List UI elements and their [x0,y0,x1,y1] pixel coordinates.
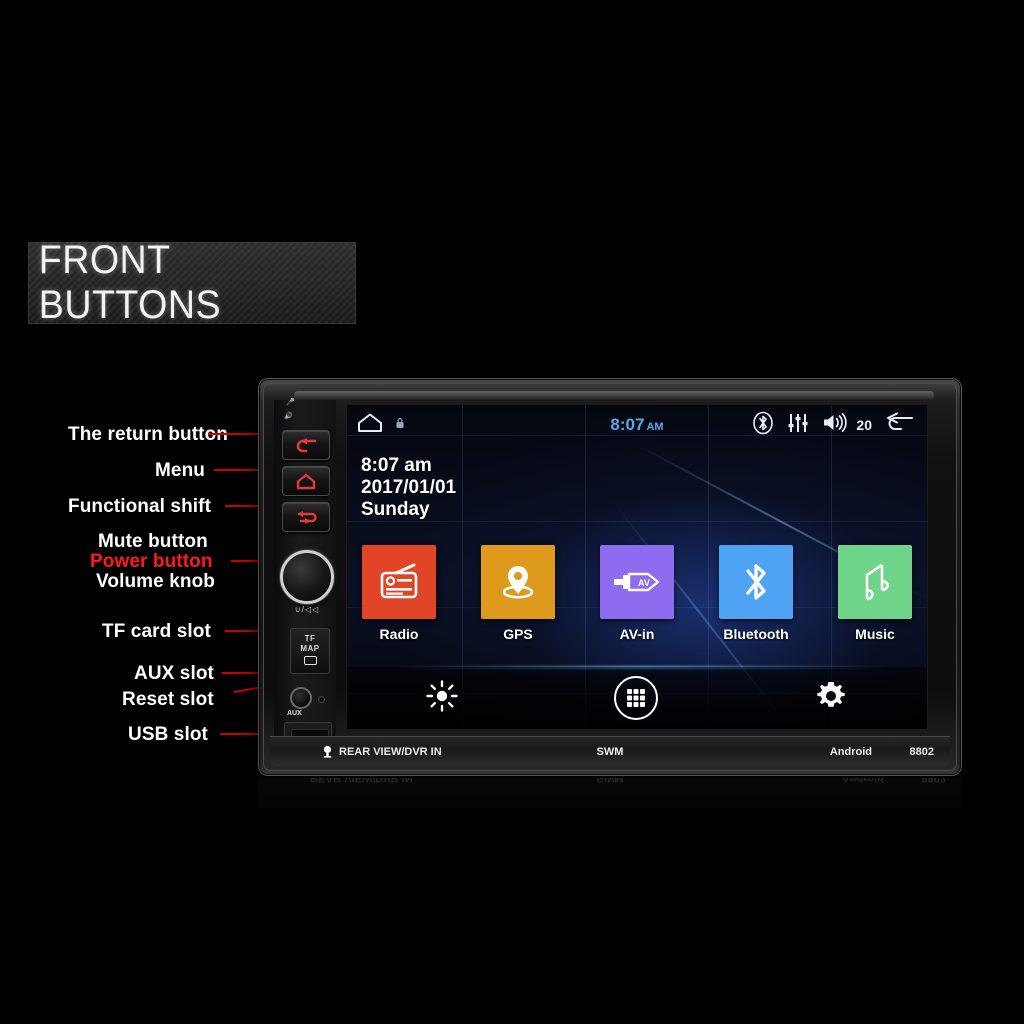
reflection-rear-view-label: REAR VIEW/DVR IN [310,778,413,784]
app-tile-gps[interactable]: GPS [480,545,556,642]
callout-functional-shift: Functional shift [68,496,212,517]
svg-text:AV: AV [638,578,650,588]
callout-return-button: The return button [68,424,229,445]
functional-shift-icon [297,511,317,524]
screenshot-root: FRONT BUTTONS The return button Menu Fun… [0,0,1024,1024]
radio-icon [380,563,418,599]
clock-widget-weekday: Sunday [361,499,430,520]
home-icon[interactable] [357,412,383,438]
callout-aux-slot: AUX slot [134,663,214,684]
bluetooth-icon[interactable] [752,411,774,440]
reset-marking-icon: 🔊 [284,413,294,420]
bluetooth-tile-square[interactable] [719,545,793,619]
equalizer-icon[interactable] [787,412,809,439]
rear-view-label-group: REAR VIEW/DVR IN [322,745,442,758]
touchscreen-display[interactable]: 8:07 AM 20 8:07 am 2017/01/01 Sunday Rad… [346,404,928,730]
unit-reflection-plate: REAR VIEW/DVR IN SWM Android 8802 [258,778,962,808]
av-plug-icon: AV [614,572,660,592]
callout-usb-slot: USB slot [128,724,208,745]
status-clock-ampm: AM [646,421,664,433]
gps-tile-square[interactable] [481,545,555,619]
return-button[interactable] [282,430,330,460]
tf-label-line1: TF [304,634,316,643]
tf-card-slot[interactable]: TF MAP [290,628,330,674]
unit-top-highlight [294,391,934,400]
tf-card-shape-icon [303,656,317,665]
avin-tile-square[interactable]: AV [600,545,674,619]
app-tile-label: Music [855,626,895,642]
reflection-model-label: 8802 [921,778,946,784]
camera-icon [323,745,332,758]
app-tile-label: Radio [379,626,419,642]
callout-power-button: Power button [90,551,213,572]
callout-menu: Menu [155,460,206,481]
volume-knob-power-button[interactable] [280,550,334,604]
status-bar: 8:07 AM 20 [347,405,927,445]
lock-icon [395,416,405,434]
car-stereo-head-unit: 🎤 🔊 ∪/◁◁ TF MAP AUX 8:07 AM 20 8:07 am 2… [258,378,962,776]
return-arrow-icon [296,437,317,452]
unit-bezel: 🎤 🔊 ∪/◁◁ TF MAP AUX 8:07 AM 20 8:07 am 2… [263,383,957,771]
bluetooth-icon [746,564,766,600]
settings-gear-icon[interactable] [813,678,849,719]
functional-shift-button[interactable] [282,502,330,532]
clock-widget-time: 8:07 am [361,455,432,476]
front-control-column: 🎤 🔊 ∪/◁◁ TF MAP AUX [274,399,336,766]
radio-tile-square[interactable] [362,545,436,619]
banner-title: FRONT BUTTONS [38,238,222,327]
home-icon [296,473,316,489]
bottom-dock [347,667,927,729]
volume-icon[interactable] [822,412,848,438]
music-note-icon [865,563,889,601]
callout-tf-card-slot: TF card slot [102,621,211,642]
reset-slot[interactable] [318,696,325,703]
knob-marking-label: ∪/◁◁ [294,605,320,614]
reflection-swm-label: SWM [596,778,624,784]
app-tile-row: Radio GPS AV AV-in Bluetooth Music [355,545,919,642]
status-clock-time: 8:07 [610,415,645,434]
app-drawer-icon[interactable] [613,676,658,720]
callout-mute-button: Mute button [98,531,208,552]
app-tile-radio[interactable]: Radio [361,545,437,642]
app-tile-label: Bluetooth [723,626,789,642]
clock-widget-date: 2017/01/01 [361,477,457,498]
aux-label: AUX [287,710,302,717]
mic-marking-icon: 🎤 [286,399,296,406]
tf-label-line2: MAP [300,644,320,653]
location-pin-icon [502,566,534,599]
unit-bottom-plate: REAR VIEW/DVR IN SWM Android 8802 [270,736,950,766]
clock-widget[interactable]: 8:07 am 2017/01/01 Sunday [361,455,456,521]
app-tile-label: GPS [503,626,533,642]
app-tile-label: AV-in [619,626,655,642]
android-label: Android [829,745,872,758]
brightness-icon[interactable] [425,679,459,718]
volume-level: 20 [856,417,872,433]
app-tile-bluetooth[interactable]: Bluetooth [718,545,794,642]
aux-slot[interactable] [290,687,312,709]
rear-view-label: REAR VIEW/DVR IN [339,745,442,758]
back-arrow-icon[interactable] [885,412,915,439]
app-tile-avin[interactable]: AV AV-in [599,545,675,642]
callout-volume-knob: Volume knob [96,571,215,592]
reflection-android-label: Android [841,778,884,784]
unit-reflection: REAR VIEW/DVR IN SWM Android 8802 [258,778,962,848]
front-buttons-banner: FRONT BUTTONS [28,238,356,327]
app-tile-music[interactable]: Music [837,545,913,642]
model-number-label: 8802 [909,745,934,758]
menu-home-button[interactable] [282,466,330,496]
callout-reset-slot: Reset slot [122,689,214,710]
swm-label: SWM [596,745,624,758]
music-tile-square[interactable] [838,545,912,619]
